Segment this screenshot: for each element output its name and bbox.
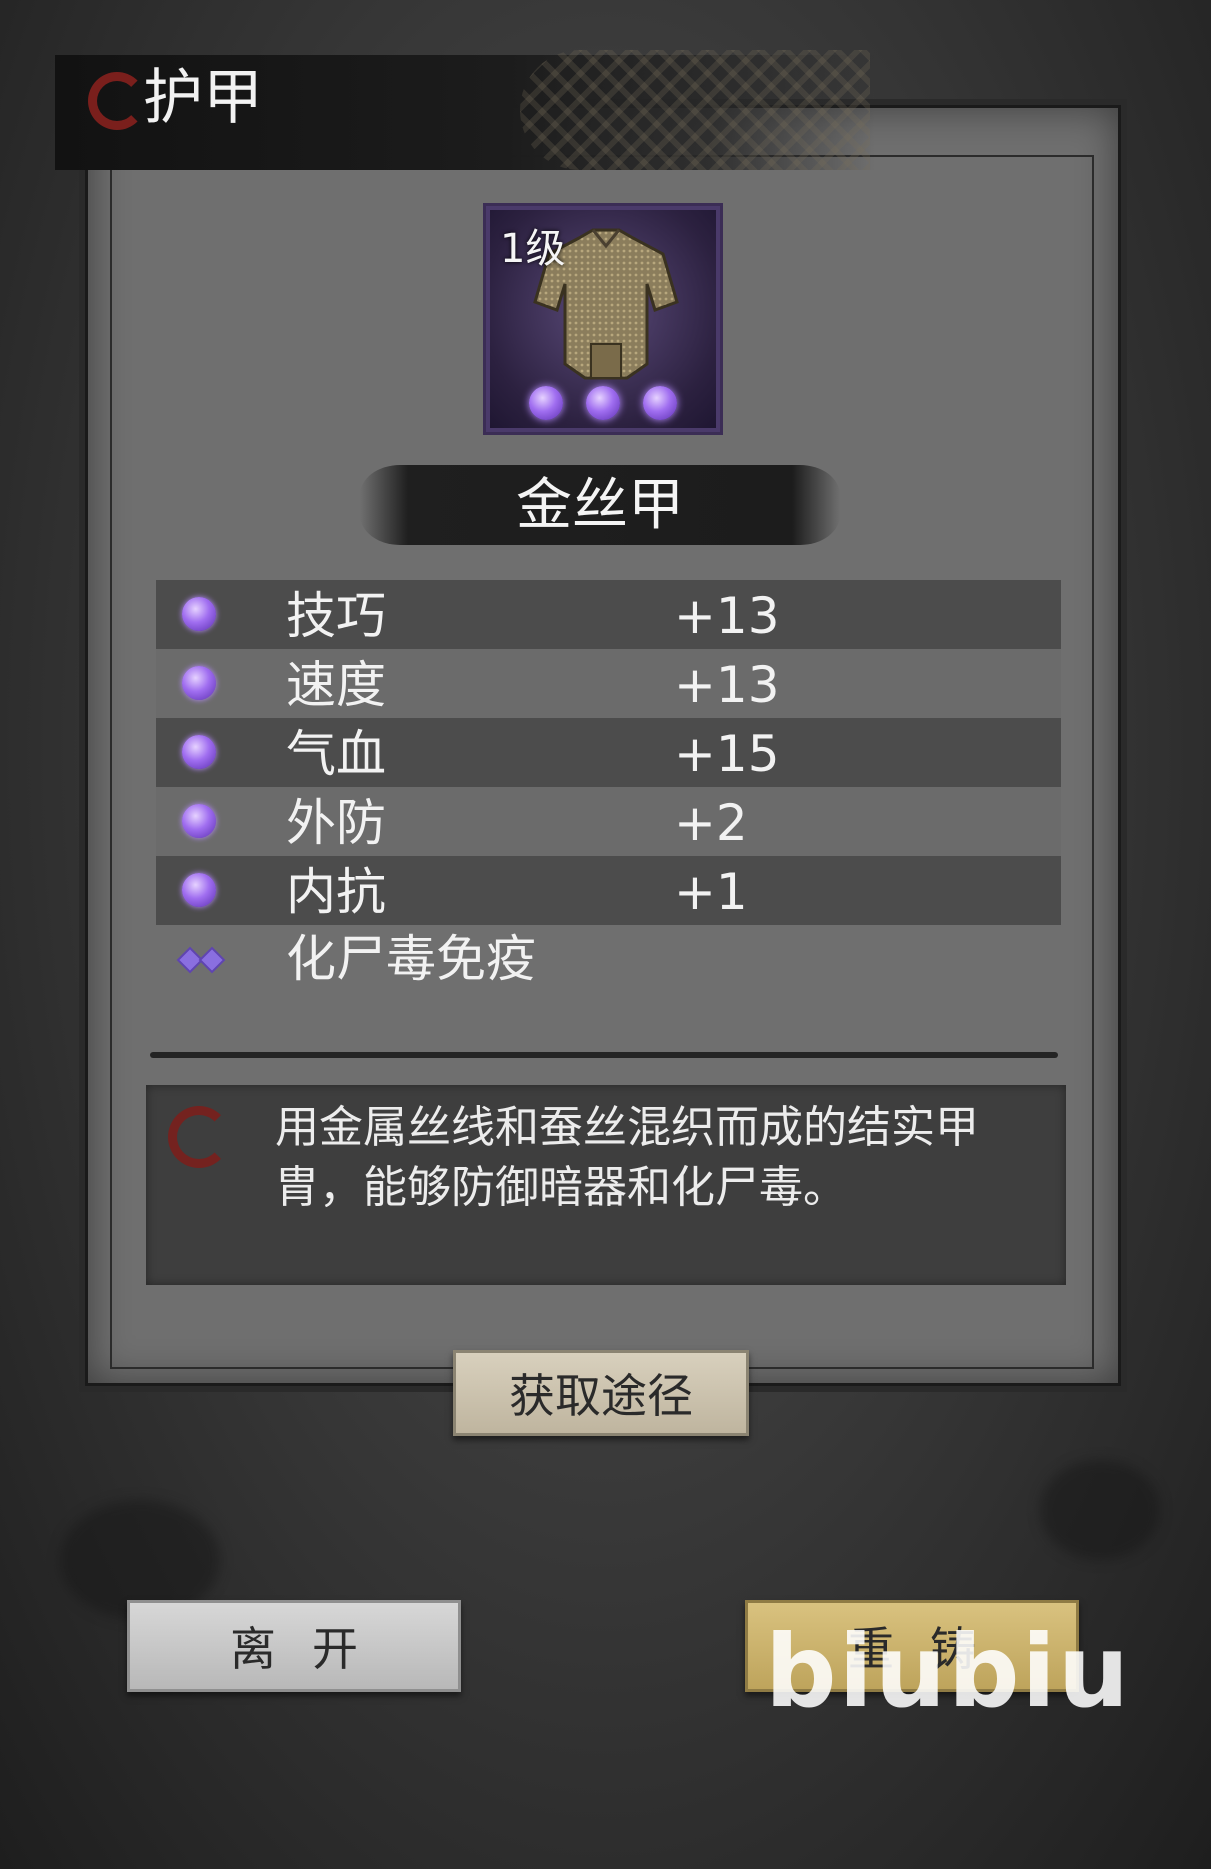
title-ornament xyxy=(520,50,870,170)
stat-value: +13 xyxy=(674,587,780,645)
swirl-logo-icon xyxy=(88,72,146,130)
item-icon-frame[interactable]: 1级 xyxy=(483,203,723,435)
acquire-source-button[interactable]: 获取途径 xyxy=(453,1350,749,1436)
stat-name: 速度 xyxy=(286,656,386,714)
swirl-logo-icon xyxy=(168,1106,230,1168)
stat-value: +1 xyxy=(674,863,748,921)
purple-orb-icon xyxy=(182,804,216,838)
diamond-icon xyxy=(176,946,226,974)
stat-row: 内抗 +1 xyxy=(156,856,1061,925)
stat-name: 气血 xyxy=(286,725,386,783)
purple-orb-icon xyxy=(586,386,620,420)
stat-value: +13 xyxy=(674,656,780,714)
special-effect-row: 化尸毒免疫 xyxy=(156,925,1061,994)
page-title: 护甲 xyxy=(143,63,263,133)
item-level: 1级 xyxy=(500,226,566,272)
stat-name: 技巧 xyxy=(286,587,386,645)
stat-row: 速度 +13 xyxy=(156,649,1061,718)
purple-orb-icon xyxy=(182,597,216,631)
purple-orb-icon xyxy=(182,873,216,907)
divider xyxy=(150,1052,1058,1058)
stat-value: +2 xyxy=(674,794,748,852)
item-description: 用金属丝线和蚕丝混织而成的结实甲胄，能够防御暗器和化尸毒。 xyxy=(275,1102,979,1213)
leave-button[interactable]: 离开 xyxy=(127,1600,461,1692)
stat-value: +15 xyxy=(674,725,780,783)
watermark-text: biubiu xyxy=(765,1613,1132,1730)
purple-orb-icon xyxy=(182,666,216,700)
item-name: 金丝甲 xyxy=(516,473,684,538)
stat-name: 内抗 xyxy=(286,863,386,921)
purple-orb-icon xyxy=(528,386,563,420)
stat-row: 外防 +2 xyxy=(156,787,1061,856)
purple-orb-icon xyxy=(182,735,216,769)
stat-row: 技巧 +13 xyxy=(156,580,1061,649)
stats-list: 技巧 +13 速度 +13 气血 +15 外防 +2 内抗 +1 化尸毒免疫 xyxy=(156,580,1061,994)
purple-orb-icon xyxy=(643,386,678,420)
ink-blot xyxy=(1040,1460,1160,1560)
stat-row: 气血 +15 xyxy=(156,718,1061,787)
stat-name: 外防 xyxy=(286,794,386,852)
star-rating xyxy=(486,386,720,424)
special-effect: 化尸毒免疫 xyxy=(286,930,536,988)
